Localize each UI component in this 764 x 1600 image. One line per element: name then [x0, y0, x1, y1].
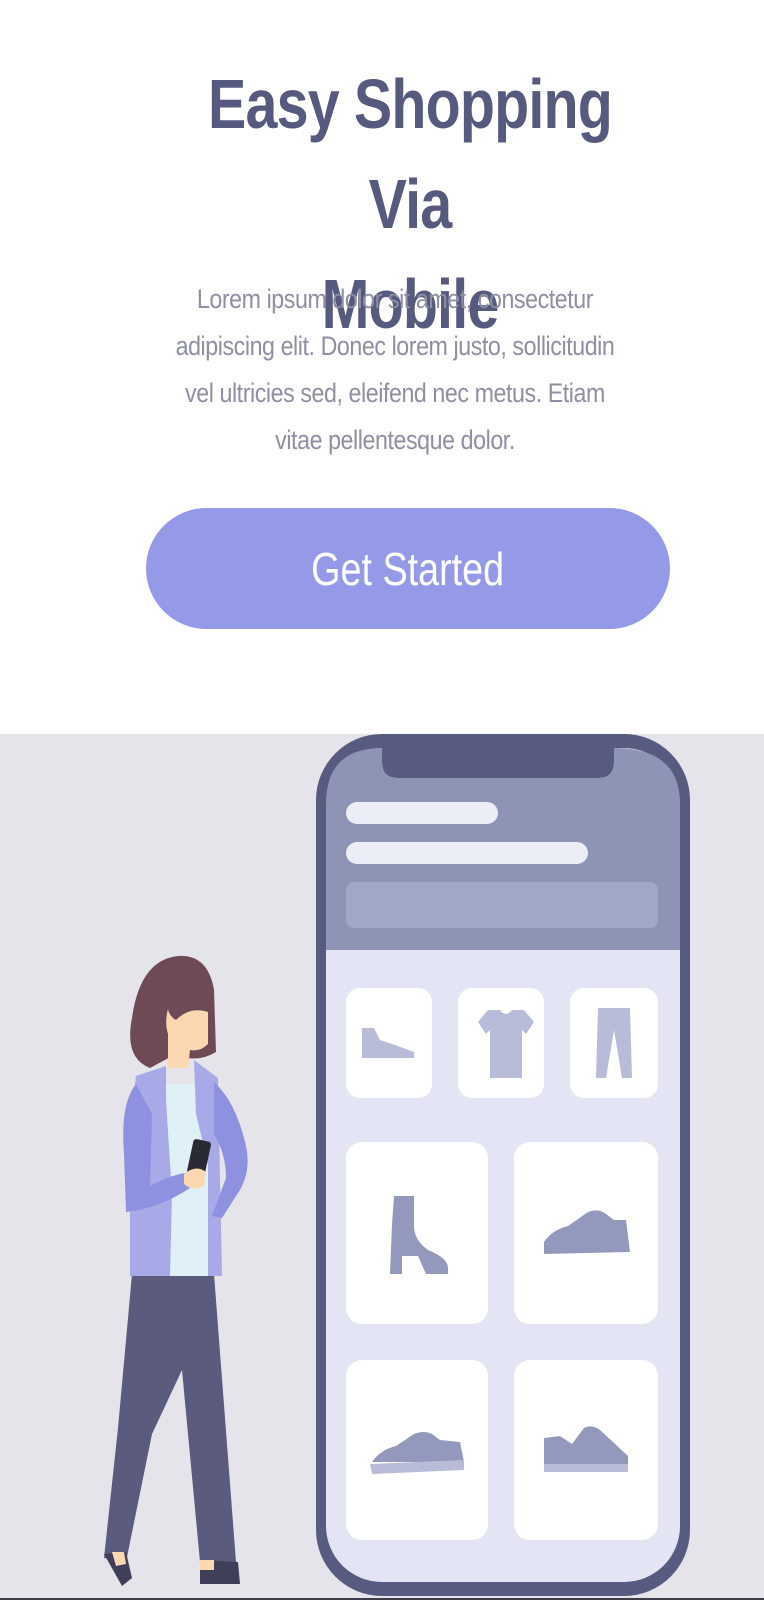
- get-started-button[interactable]: Get Started: [146, 508, 670, 629]
- pants: [104, 1274, 236, 1562]
- phone-notch: [382, 748, 614, 778]
- illustration-svg: [104, 734, 690, 1596]
- landing-page: Easy Shopping Via Mobile Lorem ipsum dol…: [0, 0, 764, 1600]
- hero-section: Easy Shopping Via Mobile Lorem ipsum dol…: [0, 0, 764, 734]
- hero-description: Lorem ipsum dolor sit amet, consectetur …: [159, 276, 632, 464]
- ankle: [200, 1560, 214, 1570]
- description-line-4: vitae pellentesque dolor.: [275, 425, 515, 455]
- shopping-illustration: [0, 734, 764, 1600]
- description-line-1: Lorem ipsum dolor sit amet, consectetur: [196, 284, 594, 314]
- header-bar-1: [346, 802, 498, 824]
- tile-boot: [346, 1142, 488, 1324]
- header-search-box: [346, 882, 658, 928]
- title-line-1: Easy Shopping Via: [208, 65, 613, 243]
- tile-pants: [570, 988, 658, 1098]
- description-line-3: vel ultricies sed, eleifend nec metus. E…: [185, 378, 605, 408]
- sneaker-sole: [544, 1464, 628, 1472]
- get-started-label: Get Started: [311, 542, 505, 595]
- header-bar-2: [346, 842, 588, 864]
- phone-illustration: [316, 734, 690, 1596]
- description-line-2: adipiscing elit. Donec lorem justo, soll…: [175, 331, 615, 361]
- woman-figure: [104, 955, 248, 1586]
